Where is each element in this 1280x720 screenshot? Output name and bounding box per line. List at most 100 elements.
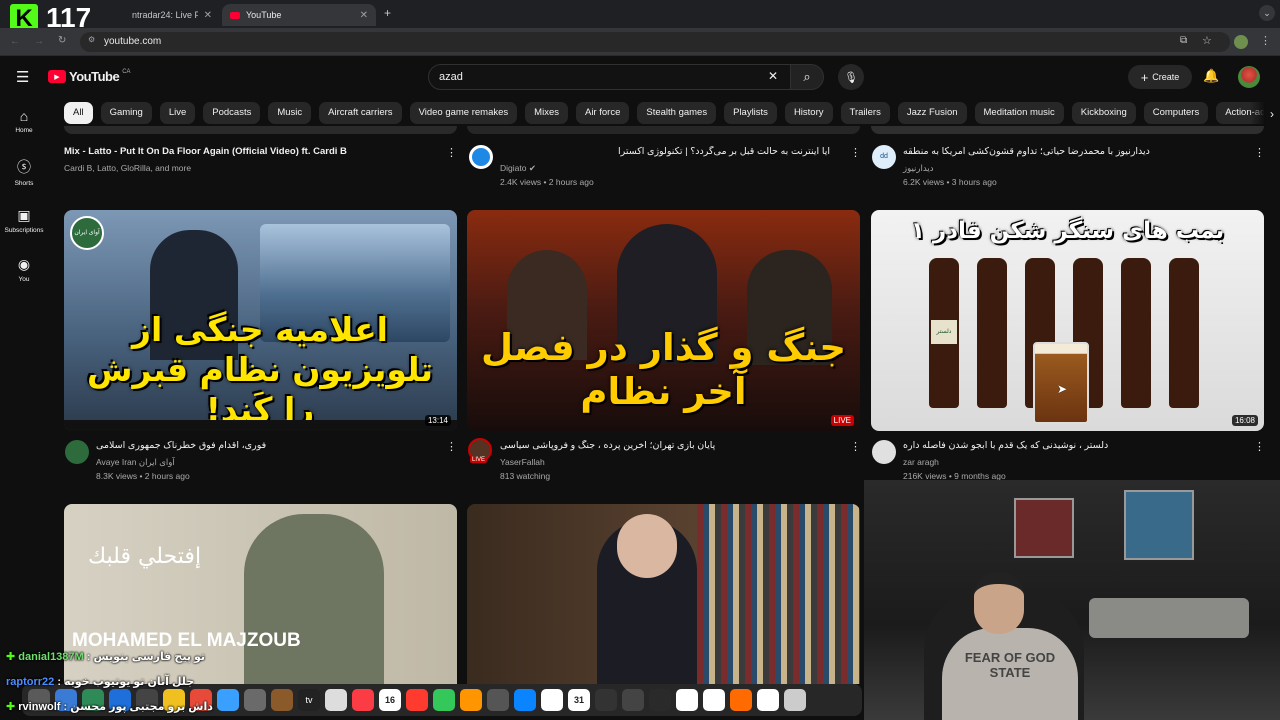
sidebar-item-shorts[interactable]: ⓢ Shorts xyxy=(0,157,48,187)
menu-kebab-icon[interactable]: ⋮ xyxy=(1260,34,1271,47)
chip-video-game-remakes[interactable]: Video game remakes xyxy=(409,102,518,124)
chip-meditation-music[interactable]: Meditation music xyxy=(974,102,1064,124)
video-thumbnail[interactable] xyxy=(871,126,1264,134)
chip-jazz-fusion[interactable]: Jazz Fusion xyxy=(897,102,967,124)
video-channel[interactable]: Cardi B, Latto, GloRilla, and more xyxy=(64,163,191,173)
back-icon[interactable]: ← xyxy=(10,36,20,47)
hamburger-menu-icon[interactable]: ☰ xyxy=(16,68,29,86)
chip-gaming[interactable]: Gaming xyxy=(100,102,152,124)
video-thumbnail[interactable] xyxy=(64,126,457,134)
search-button[interactable]: ⌕ xyxy=(790,64,824,90)
chip-air-force[interactable]: Air force xyxy=(575,102,630,124)
video-channel[interactable]: دیدارنیوز xyxy=(903,163,934,174)
browser-tab-youtube[interactable]: YouTube ✕ xyxy=(222,4,376,26)
freeform-icon[interactable] xyxy=(325,689,347,711)
video-thumbnail[interactable]: بمب های سنگر شکن قادر ۱ دلستر 16:08 xyxy=(871,210,1264,431)
channel-avatar[interactable] xyxy=(469,145,493,169)
url-field[interactable]: youtube.com xyxy=(80,32,1230,52)
video-title[interactable]: پایان بازی تهران؛ آخرین پرده ، جنگ و فرو… xyxy=(500,440,830,451)
more-options-icon[interactable]: ⋮ xyxy=(850,440,861,453)
sidebar-item-subscriptions[interactable]: ▣ Subscriptions xyxy=(0,207,48,234)
video-thumbnail[interactable] xyxy=(467,504,860,684)
music-icon[interactable] xyxy=(352,689,374,711)
profile-avatar[interactable] xyxy=(1234,35,1248,49)
tab-search-icon[interactable]: ⌄ xyxy=(1259,5,1275,21)
clear-search-icon[interactable]: ✕ xyxy=(768,69,778,83)
video-channel[interactable]: zar aragh xyxy=(903,457,939,467)
chip-podcasts[interactable]: Podcasts xyxy=(203,102,261,124)
channel-avatar[interactable] xyxy=(65,440,89,464)
video-thumbnail[interactable]: آوای ایران اعلامیه جنگی از تلویزیون نظام… xyxy=(64,210,457,431)
browser-tab-flightradar[interactable]: ntradar24: Live Flight Tra ✕ xyxy=(124,4,220,26)
shorts-icon: ⓢ xyxy=(17,159,31,175)
reminders-icon[interactable] xyxy=(271,689,293,711)
settings-icon[interactable] xyxy=(487,689,509,711)
more-options-icon[interactable]: ⋮ xyxy=(1254,440,1265,453)
chip-music[interactable]: Music xyxy=(268,102,312,124)
more-options-icon[interactable]: ⋮ xyxy=(446,440,457,453)
video-channel[interactable]: YaserFallah xyxy=(500,457,545,467)
forward-icon[interactable]: → xyxy=(34,36,44,47)
site-info-icon[interactable]: ⚙ xyxy=(88,35,95,44)
close-icon[interactable]: ✕ xyxy=(204,10,212,21)
calendar-icon[interactable]: 16 xyxy=(379,689,401,711)
chip-history[interactable]: History xyxy=(784,102,833,124)
channel-avatar[interactable]: dd xyxy=(872,145,896,169)
video-thumbnail[interactable] xyxy=(467,126,860,134)
notion-icon[interactable] xyxy=(541,689,563,711)
chip-stealth-games[interactable]: Stealth games xyxy=(637,102,717,124)
channel-avatar[interactable] xyxy=(872,440,896,464)
reload-icon[interactable]: ↻ xyxy=(58,35,66,46)
fl-studio-icon[interactable] xyxy=(730,689,752,711)
pages-icon[interactable] xyxy=(460,689,482,711)
bookmark-star-icon[interactable]: ☆ xyxy=(1202,34,1212,47)
app-store-icon[interactable] xyxy=(514,689,536,711)
video-channel[interactable]: Digiato ✔ xyxy=(500,163,536,174)
sidebar-item-home[interactable]: ⌂ Home xyxy=(0,108,48,134)
close-icon[interactable]: ✕ xyxy=(360,10,368,21)
chip-mixes[interactable]: Mixes xyxy=(525,102,568,124)
video-channel[interactable]: Avaye Iran آوای ایران xyxy=(96,457,175,468)
more-options-icon[interactable]: ⋮ xyxy=(1254,146,1265,159)
search-input[interactable]: azad xyxy=(428,64,792,90)
video-title[interactable]: Mix - Latto - Put It On Da Floor Again (… xyxy=(64,146,434,157)
news-icon[interactable] xyxy=(406,689,428,711)
contacts-icon[interactable] xyxy=(244,689,266,711)
fantastical-icon[interactable]: 31 xyxy=(568,689,590,711)
create-button[interactable]: + Create xyxy=(1128,65,1192,89)
video-thumbnail[interactable]: جنگ و گذار در فصل آخر نظام LIVE xyxy=(467,210,860,431)
video-title[interactable]: آیا اینترنت به حالت قبل بر می‌گردد؟ | تک… xyxy=(500,146,830,157)
notifications-bell-icon[interactable]: 🔔 xyxy=(1203,68,1219,84)
capcut-icon[interactable] xyxy=(757,689,779,711)
channel-badge: آوای ایران xyxy=(70,216,104,250)
numbers-icon[interactable] xyxy=(433,689,455,711)
bookshelf-image xyxy=(697,504,860,684)
chips-next-icon[interactable]: › xyxy=(1250,102,1280,126)
apple-tv-icon[interactable]: tv xyxy=(298,689,320,711)
facetime-icon[interactable] xyxy=(217,689,239,711)
chrome-icon[interactable] xyxy=(676,689,698,711)
youtube-logo[interactable]: ▶ YouTube CA xyxy=(48,69,131,84)
sidebar-item-you[interactable]: ◉ You xyxy=(0,256,48,283)
chip-live[interactable]: Live xyxy=(159,102,196,124)
new-tab-icon[interactable]: + xyxy=(384,6,391,20)
trash-icon[interactable] xyxy=(784,689,806,711)
chip-trailers[interactable]: Trailers xyxy=(840,102,890,124)
more-options-icon[interactable]: ⋮ xyxy=(850,146,861,159)
chip-playlists[interactable]: Playlists xyxy=(724,102,777,124)
chip-kickboxing[interactable]: Kickboxing xyxy=(1071,102,1136,124)
video-title[interactable]: فوری، اقدام فوق خطرناک جمهوری اسلامی xyxy=(96,440,426,451)
audio-icon[interactable] xyxy=(622,689,644,711)
chip-all[interactable]: All xyxy=(64,102,93,124)
obs-icon[interactable] xyxy=(595,689,617,711)
chip-computers[interactable]: Computers xyxy=(1143,102,1209,124)
video-title[interactable]: دیدارنیوز با محمدرضا حیاتی؛ تداوم قشون‌ک… xyxy=(903,146,1233,157)
chip-aircraft-carriers[interactable]: Aircraft carriers xyxy=(319,102,402,124)
unity-icon[interactable] xyxy=(649,689,671,711)
account-avatar[interactable] xyxy=(1238,66,1260,88)
vpn-icon[interactable] xyxy=(703,689,725,711)
install-app-icon[interactable]: ⧉ xyxy=(1180,35,1187,46)
more-options-icon[interactable]: ⋮ xyxy=(446,146,457,159)
video-title[interactable]: دلستر ، نوشیدنی که یک قدم با آبجو شدن فا… xyxy=(903,440,1233,451)
voice-search-button[interactable]: 🎙 xyxy=(838,64,864,90)
